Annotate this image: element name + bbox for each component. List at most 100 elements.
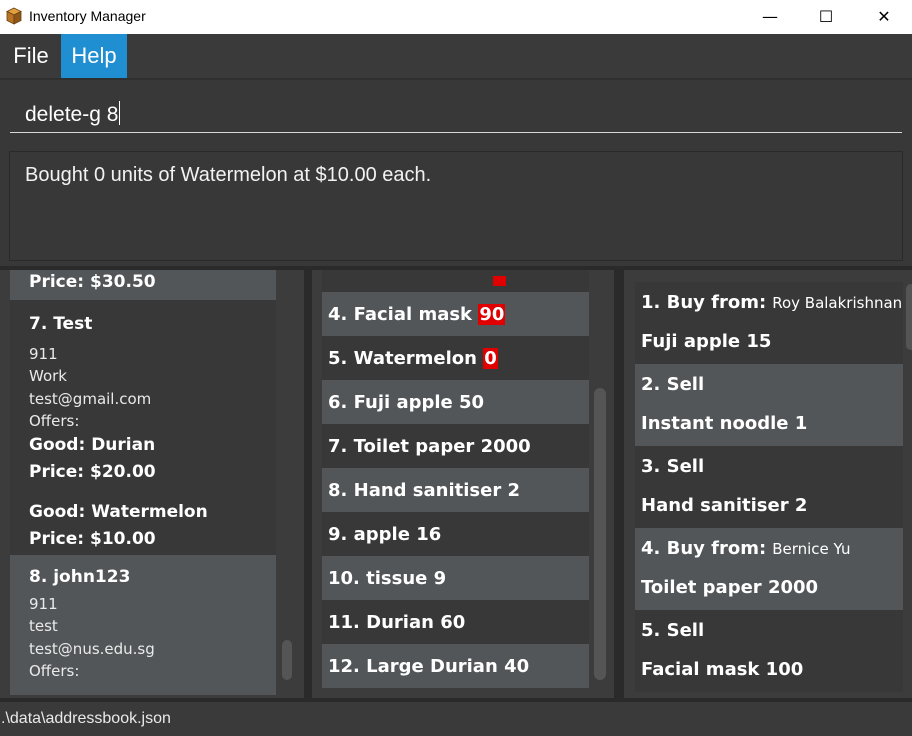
person-address: test [29, 617, 58, 635]
person-list-panel[interactable]: Price: $30.50 7. Test 911 Work test@gmai… [0, 270, 304, 698]
person-phone: 911 [29, 345, 58, 363]
person-name: 7. Test [29, 314, 93, 334]
goods-quantity: 60 [440, 612, 466, 633]
person-card[interactable]: 7. Test 911 Work test@gmail.com Offers: … [10, 300, 276, 555]
goods-label: 11. Durian 60 [328, 612, 465, 633]
goods-quantity: 2000 [480, 436, 531, 457]
text-caret [119, 101, 121, 125]
minimize-icon: — [762, 6, 778, 26]
goods-label: 6. Fuji apple 50 [328, 392, 484, 413]
goods-name: 12. Large Durian [328, 656, 498, 677]
transaction-good: Facial mask 100 [641, 659, 804, 680]
status-bar: .\data\addressbook.json [0, 702, 912, 736]
transaction-header: 4. Buy from: Bernice Yu [641, 538, 851, 559]
goods-name: 10. tissue [328, 568, 428, 589]
person-offer-good: Good: Durian [29, 435, 156, 455]
goods-name: 4. Facial mask [328, 304, 473, 325]
person-list-scrollbar[interactable] [282, 640, 292, 680]
transaction-list-panel[interactable]: 1. Buy from: Roy Balakrishnan Fuji apple 1… [624, 270, 912, 698]
maximize-icon: ☐ [818, 6, 834, 26]
result-text: Bought 0 units of Watermelon at $10.00 e… [25, 164, 432, 186]
transaction-header: 1. Buy from: Roy Balakrishnan [641, 292, 902, 313]
transaction-card[interactable]: 2. Sell Instant noodle 1 [635, 364, 903, 446]
goods-row[interactable]: 7. Toilet paper 2000 [322, 424, 589, 468]
goods-row[interactable]: 11. Durian 60 [322, 600, 589, 644]
person-offer-price-partial: Price: $30.50 [29, 272, 156, 292]
transaction-good: Toilet paper 2000 [641, 577, 819, 598]
result-display[interactable]: Bought 0 units of Watermelon at $10.00 e… [9, 151, 903, 261]
person-offer-good: Good: Watermelon [29, 502, 208, 522]
goods-row-partial[interactable] [322, 270, 589, 292]
menu-file[interactable]: File [6, 34, 56, 78]
goods-row[interactable]: 5. Watermelon 0 [322, 336, 589, 380]
goods-row[interactable]: 6. Fuji apple 50 [322, 380, 589, 424]
goods-list-panel[interactable]: 4. Facial mask 90 5. Watermelon 0 6. Fuji … [312, 270, 614, 698]
transaction-list-scrollbar[interactable] [906, 284, 912, 350]
transaction-type: 1. Buy from: [641, 292, 767, 313]
person-email: test@gmail.com [29, 390, 152, 408]
transaction-card[interactable]: 4. Buy from: Bernice Yu Toilet paper 2000 [635, 528, 903, 610]
goods-quantity: 40 [504, 656, 530, 677]
goods-label: 9. apple 16 [328, 524, 441, 545]
goods-row[interactable]: 12. Large Durian 40 [322, 644, 589, 688]
goods-row[interactable]: 8. Hand sanitiser 2 [322, 468, 589, 512]
command-text: delete-g 8 [25, 101, 121, 127]
transaction-type: 2. Sell [641, 374, 705, 395]
person-card-partial[interactable]: Price: $30.50 [10, 270, 276, 300]
transaction-party: Roy Balakrishnan [772, 294, 903, 312]
goods-label: 8. Hand sanitiser 2 [328, 480, 520, 501]
goods-row[interactable]: 9. apple 16 [322, 512, 589, 556]
goods-name: 5. Watermelon [328, 348, 477, 369]
goods-quantity: 90 [478, 304, 506, 325]
goods-label: 7. Toilet paper 2000 [328, 436, 531, 457]
person-name: 8. john123 [29, 567, 131, 587]
goods-label: 5. Watermelon 0 [328, 348, 498, 369]
goods-quantity: 16 [416, 524, 442, 545]
transaction-good: Fuji apple 15 [641, 331, 772, 352]
transaction-type: 5. Sell [641, 620, 705, 641]
command-value: delete-g 8 [25, 103, 119, 126]
menu-bar: File Help [0, 34, 912, 80]
goods-list-scrollbar[interactable] [594, 388, 606, 680]
maximize-button[interactable]: ☐ [803, 0, 849, 32]
transaction-header: 5. Sell [641, 620, 704, 641]
goods-name: 9. apple [328, 524, 410, 545]
transaction-header: 2. Sell [641, 374, 704, 395]
list-panels: Price: $30.50 7. Test 911 Work test@gmai… [0, 266, 912, 702]
goods-quantity: 0 [483, 348, 498, 369]
goods-quantity: 50 [459, 392, 485, 413]
transaction-card[interactable]: 1. Buy from: Roy Balakrishnan Fuji apple 1… [635, 282, 903, 364]
person-phone: 911 [29, 595, 58, 613]
box-icon [6, 7, 22, 25]
goods-name: 8. Hand sanitiser [328, 480, 502, 501]
close-icon: ✕ [877, 6, 891, 26]
transaction-good: Instant noodle 1 [641, 413, 808, 434]
person-offer-price: Price: $20.00 [29, 462, 156, 482]
transaction-card[interactable]: 3. Sell Hand sanitiser 2 [635, 446, 903, 528]
person-offers-label: Offers: [29, 662, 80, 680]
goods-row[interactable]: 10. tissue 9 [322, 556, 589, 600]
goods-quantity: 2 [507, 480, 521, 501]
person-email: test@nus.edu.sg [29, 640, 155, 658]
transaction-header: 3. Sell [641, 456, 704, 477]
person-address: Work [29, 367, 67, 385]
close-button[interactable]: ✕ [861, 0, 907, 32]
save-location-text: .\data\addressbook.json [1, 710, 171, 727]
transaction-type: 4. Buy from: [641, 538, 767, 559]
menu-help[interactable]: Help [61, 34, 127, 78]
transaction-card[interactable]: 5. Sell Facial mask 100 [635, 610, 903, 692]
goods-label: 4. Facial mask 90 [328, 304, 506, 325]
transaction-good: Hand sanitiser 2 [641, 495, 808, 516]
low-stock-marker [493, 276, 506, 286]
goods-label: 10. tissue 9 [328, 568, 446, 589]
transaction-type: 3. Sell [641, 456, 705, 477]
goods-label: 12. Large Durian 40 [328, 656, 529, 677]
minimize-button[interactable]: — [747, 0, 793, 32]
goods-quantity: 9 [433, 568, 447, 589]
goods-name: 6. Fuji apple [328, 392, 453, 413]
person-card[interactable]: 8. john123 911 test test@nus.edu.sg Offe… [10, 555, 276, 695]
goods-row[interactable]: 4. Facial mask 90 [322, 292, 589, 336]
person-offer-price: Price: $10.00 [29, 529, 156, 549]
command-input[interactable]: delete-g 8 [10, 92, 902, 133]
goods-name: 7. Toilet paper [328, 436, 475, 457]
